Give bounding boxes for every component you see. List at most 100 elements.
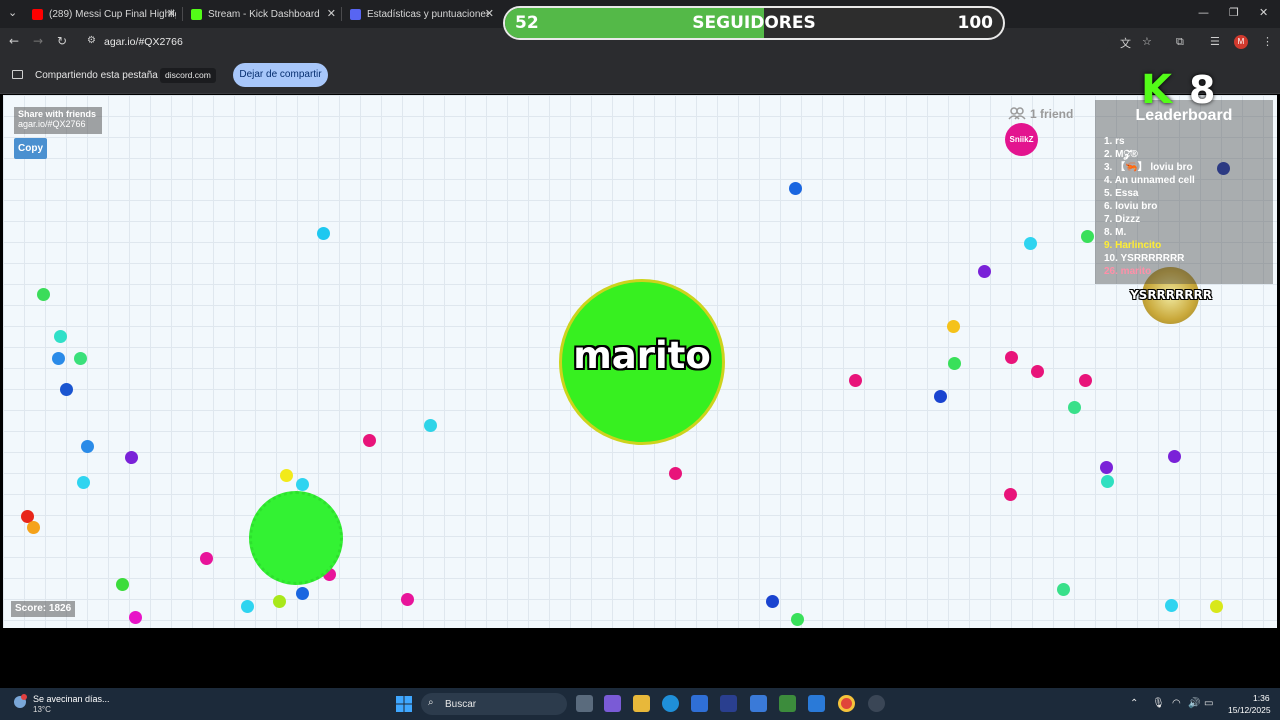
sharing-target: discord.com xyxy=(160,68,216,83)
virus-cell xyxy=(249,491,343,585)
close-window-icon[interactable]: ✕ xyxy=(1259,6,1268,19)
back-icon[interactable]: ← xyxy=(9,34,19,48)
tab-youtube[interactable]: (289) Messi Cup Final Highlights ✕ xyxy=(32,4,176,24)
file-explorer-icon[interactable] xyxy=(633,695,650,712)
tab-search-icon[interactable]: ⌄ xyxy=(8,6,17,19)
enemy-name: YSRRRRRRR xyxy=(1129,288,1212,302)
store-icon[interactable] xyxy=(691,695,708,712)
other-player-cell: SniikZ xyxy=(1005,123,1038,156)
volume-icon[interactable]: 🔊 xyxy=(1188,698,1200,709)
followers-goal-bar: SEGUIDORES 52 100 xyxy=(503,6,1005,40)
leaderboard-entry: 10. YSRRRRRRR xyxy=(1104,253,1185,264)
url-text[interactable]: agar.io/#QX2766 xyxy=(104,36,183,48)
minimize-icon[interactable]: — xyxy=(1198,6,1209,19)
weather-icon[interactable] xyxy=(12,694,28,710)
leaderboard-entry: 6. loviu bro xyxy=(1104,201,1158,212)
food-pellet xyxy=(424,419,437,432)
food-pellet xyxy=(27,521,40,534)
food-pellet xyxy=(77,476,90,489)
food-pellet xyxy=(789,182,802,195)
forward-icon[interactable]: → xyxy=(33,34,43,48)
friends-label: 1 friend xyxy=(1030,107,1074,121)
reload-icon[interactable]: ↻ xyxy=(57,34,67,48)
leaderboard-entry: 5. Essa xyxy=(1104,188,1139,199)
share-link: agar.io/#QX2766 xyxy=(18,119,86,129)
copy-button[interactable]: Copy xyxy=(14,138,47,159)
editor-icon[interactable] xyxy=(750,695,767,712)
leaderboard-entry: 1. rs xyxy=(1104,136,1125,147)
leaderboard-entry: 2. M𝓩® xyxy=(1104,149,1138,160)
microphone-icon[interactable]: 🎙 xyxy=(1152,698,1165,709)
translate-icon[interactable]: 文 xyxy=(1120,35,1131,51)
app-icon[interactable] xyxy=(720,695,737,712)
food-pellet xyxy=(296,587,309,600)
youtube-icon xyxy=(32,8,43,20)
extensions-icon[interactable]: ⧉ xyxy=(1176,35,1184,49)
taskbar-search[interactable] xyxy=(421,693,567,715)
show-hidden-icons[interactable]: ⌃ xyxy=(1130,698,1138,709)
stop-sharing-button[interactable]: Dejar de compartir xyxy=(233,63,328,87)
copilot-icon[interactable] xyxy=(604,695,621,712)
profile-avatar[interactable]: M xyxy=(1234,35,1248,49)
mail-icon[interactable] xyxy=(808,695,825,712)
page-icon xyxy=(350,8,361,20)
food-pellet xyxy=(52,352,65,365)
close-tab-icon[interactable]: ✕ xyxy=(167,7,176,20)
clock-time[interactable]: 1:36 xyxy=(1253,693,1270,703)
restore-icon[interactable]: ❐ xyxy=(1229,6,1239,19)
chrome-icon[interactable] xyxy=(838,695,855,712)
tab-title: Estadísticas y puntuaciones de xyxy=(367,8,489,20)
food-pellet xyxy=(1031,365,1044,378)
food-pellet xyxy=(948,357,961,370)
food-pellet xyxy=(849,374,862,387)
task-view-icon[interactable] xyxy=(576,695,593,712)
settings-icon[interactable] xyxy=(868,695,885,712)
leaderboard-entry: 7. Dizzz xyxy=(1104,214,1141,225)
score-label: Score: 1826 xyxy=(11,601,76,617)
food-pellet xyxy=(1168,450,1181,463)
battery-icon[interactable]: ▭ xyxy=(1204,698,1213,709)
food-pellet xyxy=(116,578,129,591)
leaderboard-entry: 3. 【🦐】 loviu bro xyxy=(1104,162,1193,173)
tab-title: Stream - Kick Dashboard xyxy=(208,8,320,20)
food-pellet xyxy=(1210,600,1223,613)
screen-share-icon xyxy=(12,70,23,79)
food-pellet xyxy=(296,478,309,491)
close-tab-icon[interactable]: ✕ xyxy=(327,7,336,20)
reading-list-icon[interactable]: ☰ xyxy=(1210,35,1220,48)
followers-goal: 100 xyxy=(957,13,994,33)
screen: ⌄ (289) Messi Cup Final Highlights ✕ Str… xyxy=(0,0,1280,720)
leaderboard-list: 1. rs 2. M𝓩® 3. 【🦐】 loviu bro 4. An unnamed… xyxy=(1104,135,1195,278)
site-info-icon[interactable]: ⚙ xyxy=(87,35,96,46)
search-placeholder: Buscar xyxy=(445,699,477,710)
food-pellet xyxy=(280,469,293,482)
wifi-icon[interactable]: ◠ xyxy=(1172,698,1181,709)
friends-icon xyxy=(1008,107,1026,120)
edge-icon[interactable] xyxy=(662,695,679,712)
weather-title[interactable]: Se avecinan días... xyxy=(33,694,110,704)
agar-game-canvas[interactable]: marito SniikZ YSRRRRRRR Share with frien… xyxy=(3,95,1277,628)
bookmark-star-icon[interactable]: ☆ xyxy=(1142,35,1152,48)
followers-label: SEGUIDORES xyxy=(692,13,816,33)
tab-statistics[interactable]: Estadísticas y puntuaciones de ✕ xyxy=(350,4,494,24)
tab-divider xyxy=(341,7,342,21)
friends-indicator[interactable]: 1 friend xyxy=(1008,107,1073,121)
share-title: Share with friends xyxy=(18,109,97,119)
tab-kick-dashboard[interactable]: Stream - Kick Dashboard ✕ xyxy=(191,4,336,24)
leaderboard-entry: 4. An unnamed cell xyxy=(1104,175,1195,186)
xbox-icon[interactable] xyxy=(779,695,796,712)
windows-start-icon[interactable] xyxy=(396,696,412,712)
followers-current: 52 xyxy=(515,13,539,33)
kick-logo-icon: K xyxy=(1141,67,1172,113)
food-pellet xyxy=(1005,351,1018,364)
search-icon: ⌕ xyxy=(428,697,434,708)
kick-badge: K 8 xyxy=(1137,67,1247,117)
food-pellet xyxy=(1068,401,1081,414)
close-tab-icon[interactable]: ✕ xyxy=(485,7,494,20)
food-pellet xyxy=(1024,237,1037,250)
clock-date[interactable]: 15/12/2025 xyxy=(1228,705,1271,715)
food-pellet xyxy=(401,593,414,606)
menu-icon[interactable]: ⋮ xyxy=(1262,35,1273,48)
leaderboard: Leaderboard 1. rs 2. M𝓩® 3. 【🦐】 loviu bro 4… xyxy=(1095,100,1273,284)
food-pellet xyxy=(273,595,286,608)
